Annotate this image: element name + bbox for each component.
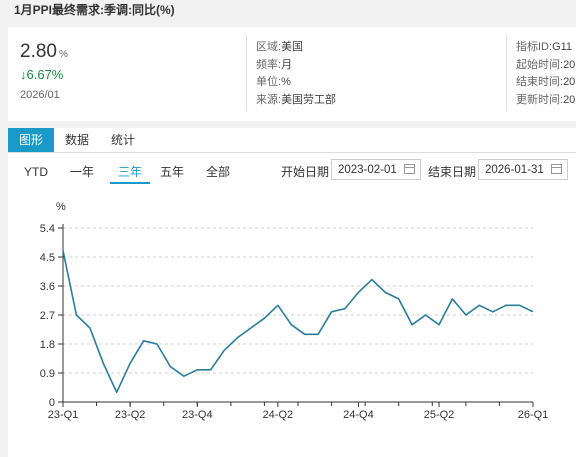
meta-start-time: 起始时间:20 — [516, 58, 576, 71]
indicator-summary-card: 2.80% ↓6.67% 2026/01 区域:美国 频率:月 单位:% 来源:… — [8, 27, 576, 121]
tab-data[interactable]: 数据 — [54, 128, 100, 152]
y-tick-label: 3.6 — [40, 281, 55, 293]
start-date-label: 开始日期 — [281, 165, 330, 179]
x-tick-label: 24-Q2 — [263, 409, 294, 421]
y-tick-label: 0 — [49, 397, 55, 409]
meta-region: 区域:美国 — [256, 41, 304, 53]
y-tick-label: 4.5 — [40, 252, 55, 264]
y-axis-unit-label: % — [56, 201, 66, 213]
x-tick-label: 23-Q4 — [182, 409, 213, 421]
end-date-input[interactable]: 2026-01-31 — [478, 159, 568, 180]
x-tick-label: 26-Q1 — [518, 409, 549, 421]
change-indicator: ↓6.67% — [20, 67, 64, 82]
range-3y-button[interactable]: 三年 — [110, 162, 150, 184]
y-tick-label: 1.8 — [40, 339, 55, 351]
end-date-value: 2026-01-31 — [485, 164, 544, 176]
divider — [246, 35, 247, 111]
meta-left: 区域:美国 频率:月 单位:% 来源:美国劳工部 — [256, 39, 336, 109]
tab-stats[interactable]: 统计 — [100, 128, 146, 152]
x-tick-label: 24-Q4 — [343, 409, 374, 421]
meta-update-time: 更新时间:20 — [516, 93, 576, 106]
divider — [506, 35, 507, 111]
y-axis: 0 0.9 1.8 2.7 3.6 4.5 5.4 — [40, 223, 64, 409]
grid — [63, 227, 533, 374]
range-5y-button[interactable]: 五年 — [160, 162, 184, 182]
x-tick-label: 23-Q1 — [48, 409, 79, 421]
line-chart: % 0 0.9 1.8 2.7 3.6 4.5 5.4 23-Q1 23-Q2 23-Q4 24-… — [40, 201, 549, 421]
meta-end-time: 结束时间:20 — [516, 76, 576, 88]
latest-value-number: 2.80 — [20, 41, 57, 62]
series-line — [62, 250, 534, 394]
y-tick-label: 5.4 — [40, 223, 55, 235]
latest-value: 2.80% — [20, 41, 68, 63]
range-all-button[interactable]: 全部 — [206, 162, 230, 182]
view-tabs: 图形 数据 统计 — [8, 128, 576, 153]
latest-value-unit: % — [58, 49, 68, 60]
tab-chart[interactable]: 图形 — [8, 128, 54, 152]
chart-panel: 图形 数据 统计 YTD 一年 三年 五年 全部 开始日期 2023-02-01… — [8, 128, 576, 457]
calendar-icon[interactable] — [551, 164, 562, 174]
start-date-input[interactable]: 2023-02-01 — [331, 159, 421, 180]
y-tick-label: 0.9 — [40, 368, 55, 380]
calendar-icon[interactable] — [404, 164, 415, 174]
meta-source: 来源:美国劳工部 — [256, 93, 337, 106]
meta-indicator-id: 指标ID:G11 — [516, 41, 573, 53]
y-tick-label: 2.7 — [40, 310, 55, 322]
x-axis: 23-Q1 23-Q2 23-Q4 24-Q2 24-Q4 25-Q2 26-Q1 — [48, 401, 549, 421]
start-date-value: 2023-02-01 — [338, 164, 397, 176]
end-date-label: 结束日期 — [428, 165, 477, 179]
meta-frequency: 频率:月 — [256, 58, 293, 71]
x-tick-label: 25-Q2 — [424, 409, 455, 421]
range-1y-button[interactable]: 一年 — [70, 162, 94, 182]
latest-date: 2026/01 — [20, 89, 60, 101]
x-tick-label: 23-Q2 — [115, 409, 146, 421]
page-title: 1月PPI最终需求:季调:同比(%) — [14, 3, 175, 17]
range-ytd-button[interactable]: YTD — [24, 162, 48, 182]
meta-unit: 单位:% — [256, 76, 291, 88]
meta-right: 指标ID:G11 起始时间:20 结束时间:20 更新时间:20 — [516, 39, 576, 109]
